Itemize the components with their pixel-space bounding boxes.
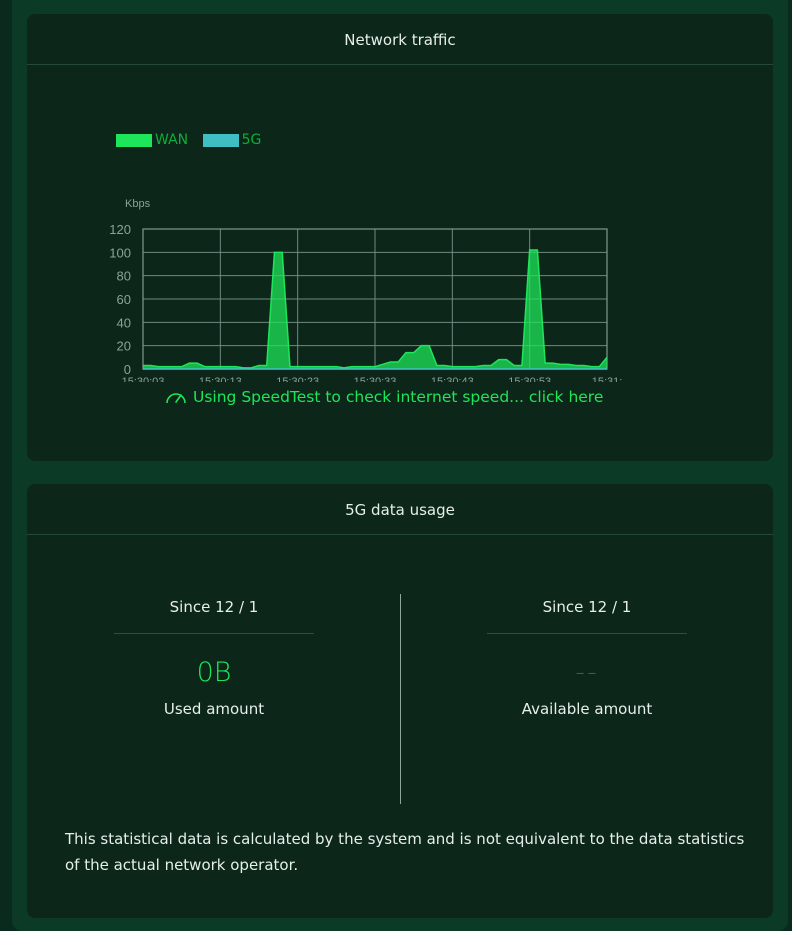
x-tick-label: 15:30:13 — [199, 376, 242, 382]
used-amount-value: 0B — [196, 657, 232, 688]
x-tick-label: 15:30:43 — [431, 376, 474, 382]
available-amount-value: -- — [575, 657, 599, 688]
used-divider — [114, 633, 314, 634]
traffic-chart: Kbps 0 20 40 60 80 100 120 15:30:03 15:30:13 15:30… — [109, 198, 623, 382]
legend-swatch-5g — [202, 133, 239, 147]
network-traffic-title: Network traffic — [27, 14, 773, 65]
data-usage-card: 5G data usage Since 12 / 1 0B Used amoun… — [27, 484, 773, 918]
used-amount-label: Used amount — [163, 700, 265, 718]
legend-label-5g: 5G — [241, 132, 262, 148]
available-amount-label: Available amount — [521, 700, 653, 718]
y-tick-label: 0 — [124, 362, 131, 377]
chart-legend: WAN 5G — [116, 132, 271, 150]
y-axis-unit-label: Kbps — [125, 198, 151, 210]
y-tick-label: 40 — [117, 315, 131, 330]
x-tick-label: 15:30:53 — [508, 376, 551, 382]
x-tick-label: 15:30:03 — [122, 376, 165, 382]
usage-disclaimer: This statistical data is calculated by t… — [65, 830, 745, 874]
speedtest-link[interactable]: Using SpeedTest to check internet speed.… — [165, 388, 603, 406]
used-column: Since 12 / 1 0B Used amount — [114, 594, 314, 718]
legend-label-wan: WAN — [155, 132, 189, 148]
x-tick-label: 15:30:23 — [276, 376, 319, 382]
column-separator — [400, 594, 401, 804]
legend-item-5g[interactable]: 5G — [202, 132, 262, 148]
speedometer-icon — [166, 393, 186, 404]
y-tick-label: 60 — [117, 292, 131, 307]
x-tick-label: 15:30:33 — [354, 376, 397, 382]
y-tick-label: 120 — [109, 222, 131, 237]
speedtest-link-text: Using SpeedTest to check internet speed.… — [193, 388, 604, 406]
x-tick-label: 15:31: — [592, 376, 623, 382]
y-tick-label: 20 — [117, 339, 131, 354]
y-tick-label: 100 — [109, 245, 131, 260]
y-tick-label: 80 — [117, 269, 131, 284]
network-traffic-card: Network traffic WAN 5G Kbps 0 20 40 60 80 100 1… — [27, 14, 773, 461]
available-divider — [487, 633, 687, 634]
data-usage-title: 5G data usage — [27, 484, 773, 535]
available-column: Since 12 / 1 -- Available amount — [487, 594, 687, 718]
legend-swatch-wan — [116, 133, 152, 147]
used-since: Since 12 / 1 — [169, 598, 259, 616]
available-since: Since 12 / 1 — [542, 598, 632, 616]
legend-item-wan[interactable]: WAN — [116, 132, 188, 148]
